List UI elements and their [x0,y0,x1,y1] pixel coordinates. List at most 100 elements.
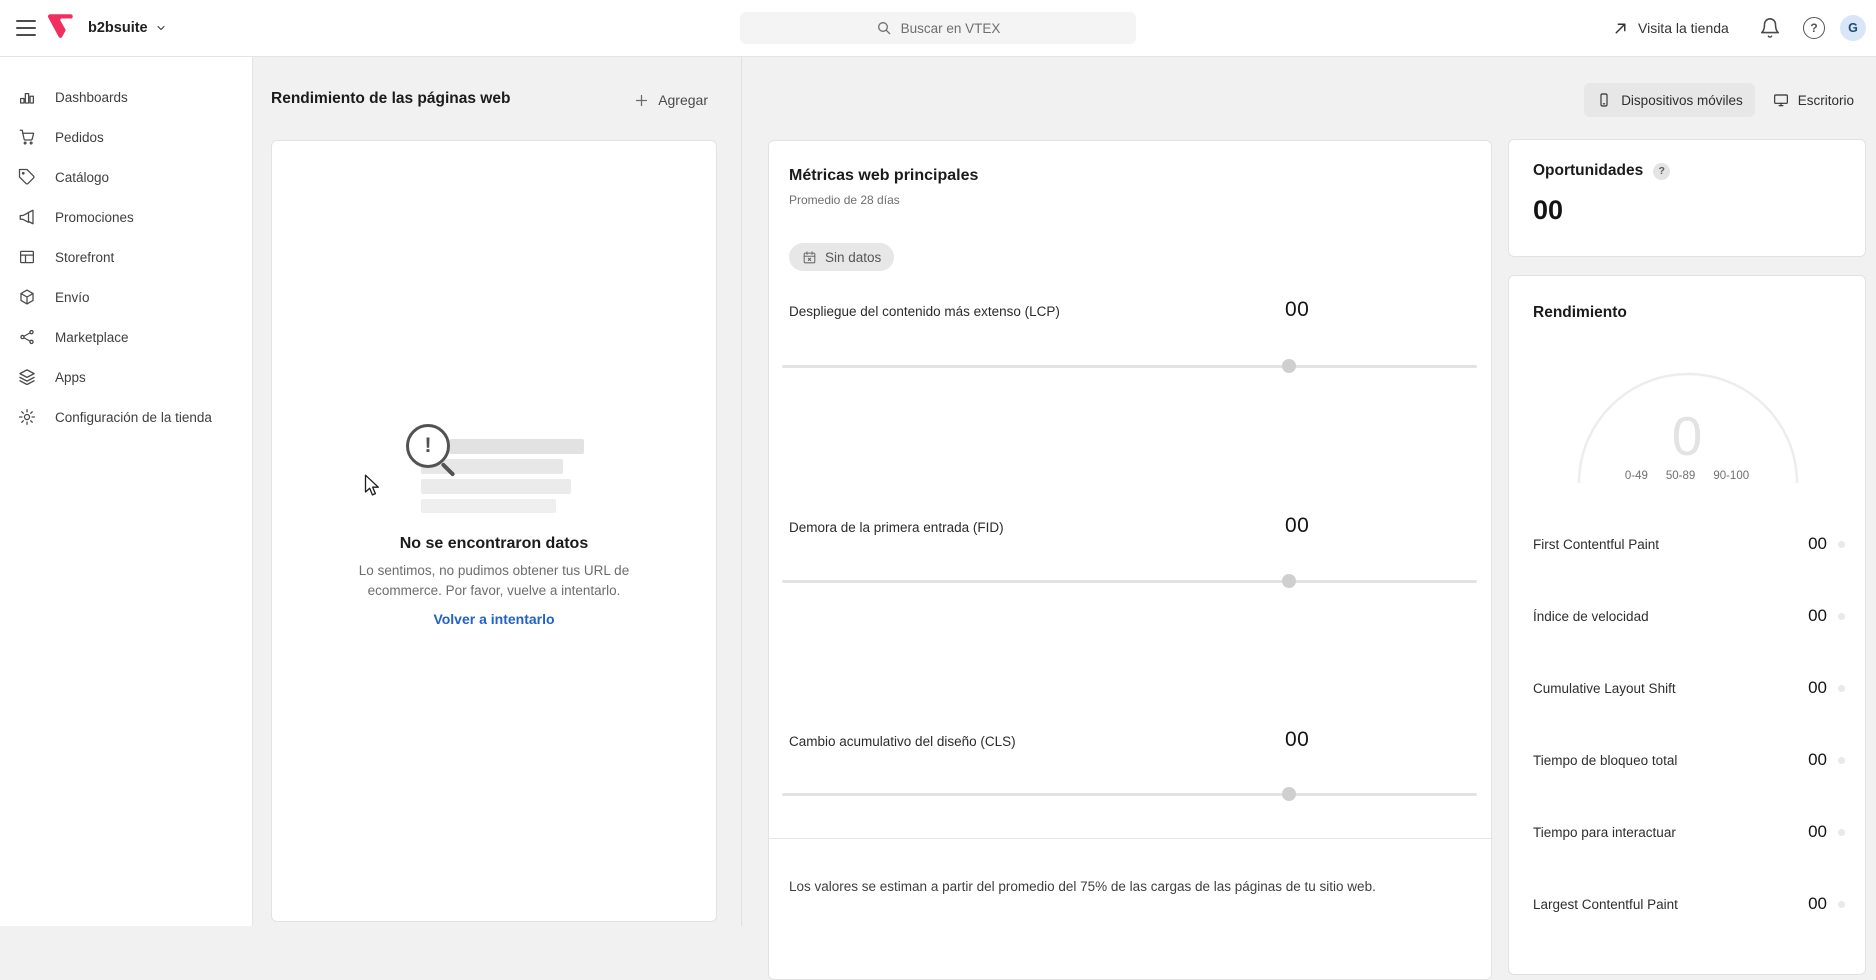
desktop-icon [1773,94,1788,107]
search-placeholder: Buscar en VTEX [900,20,1001,36]
status-dot-icon [1838,900,1845,908]
sidebar-item-promociones[interactable]: Promociones [0,197,252,237]
visit-store-label: Visita la tienda [1638,20,1729,36]
search-input[interactable]: Buscar en VTEX [740,12,1136,44]
alert-glyph: ! [424,434,432,457]
sidebar-item-envio[interactable]: Envío [0,277,252,317]
marketplace-icon [20,329,34,345]
fid-slider [782,574,1477,588]
perf-row-cls: Cumulative Layout Shift 00 [1533,678,1845,698]
skeleton-bar [421,499,556,513]
perf-metric-label: Índice de velocidad [1533,608,1649,624]
sidebar-item-label: Storefront [55,249,115,265]
sidebar-item-dashboards[interactable]: Dashboards [0,77,252,117]
mobile-icon [1600,93,1608,107]
status-dot-icon [1838,756,1845,764]
gauge-value: 0 [1671,405,1703,467]
account-switcher[interactable]: b2bsuite [88,0,167,56]
question-badge-icon[interactable]: ? [1653,162,1671,180]
bell-icon[interactable] [1759,17,1781,39]
empty-state-message: Lo sentimos, no pudimos obtener tus URL … [358,563,630,598]
status-dot-icon [1838,540,1845,548]
perf-row-lcp: Largest Contentful Paint 00 [1533,894,1845,914]
sidebar-item-label: Configuración de la tienda [55,409,212,425]
page-title: Rendimiento de las páginas web [271,90,511,107]
desktop-label: Escritorio [1797,92,1854,108]
perf-metric-value: 00 [1808,606,1827,625]
no-data-badge: Sin datos [789,243,895,271]
slider-thumb[interactable] [1282,574,1297,588]
external-arrow-icon [1615,23,1626,33]
metric-label-lcp: Despliegue del contenido más extenso (LC… [789,304,1060,319]
sidebar-item-configuracion[interactable]: Configuración de la tienda [0,397,252,437]
sidebar-item-apps[interactable]: Apps [0,357,252,397]
slider-track [782,580,1477,583]
pages-performance-panel: Rendimiento de las páginas web Agregar !… [254,57,742,926]
card-footnote: Los valores se estiman a partir del prom… [789,879,1376,894]
bar-chart-icon [19,92,35,104]
vtex-admin-dashboard: b2bsuite Buscar en VTEX Visita la tienda… [0,0,1876,980]
cls-slider [782,787,1477,801]
empty-state-title: No se encontraron datos [399,535,589,552]
metric-value-cls: 00 [1285,728,1310,751]
perf-metric-value: 00 [1808,750,1827,769]
perf-metric-label: Tiempo para interactuar [1533,824,1676,840]
storefront-icon [19,250,35,264]
device-toggle: Dispositivos móviles Escritorio [1508,83,1866,117]
visit-store-link[interactable]: Visita la tienda [1612,0,1729,56]
slider-thumb[interactable] [1282,359,1297,373]
gauge-range-mid: 50-89 [1665,470,1696,482]
card-title: Métricas web principales [789,167,979,184]
slider-track [782,793,1477,796]
metric-label-cls: Cambio acumulativo del diseño (CLS) [789,734,1016,749]
chevron-down-icon [157,25,165,31]
card-divider [769,838,1491,839]
plus-icon [636,94,648,106]
help-glyph: ? [1810,21,1818,35]
gauge-range-low: 0-49 [1624,470,1648,482]
no-data-label: Sin datos [825,249,882,265]
slider-track [782,365,1477,368]
sidebar-item-storefront[interactable]: Storefront [0,237,252,277]
perf-metric-value: 00 [1808,534,1827,553]
sidebar-item-pedidos[interactable]: Pedidos [0,117,252,157]
add-page-button[interactable]: Agregar [633,86,708,114]
menu-icon[interactable] [16,20,36,36]
sidebar-item-marketplace[interactable]: Marketplace [0,317,252,357]
sidebar-item-label: Promociones [55,209,134,225]
performance-title: Rendimiento [1533,304,1627,321]
cart-icon [19,129,35,145]
sidebar-item-label: Pedidos [55,129,104,145]
perf-row-tti: Tiempo para interactuar 00 [1533,822,1845,842]
sidebar-item-label: Envío [55,289,90,305]
avatar[interactable]: G [1840,15,1866,41]
help-icon[interactable]: ? [1803,17,1825,39]
performance-card: Rendimiento 0 0-49 50-89 90-100 First Co… [1508,275,1866,975]
account-name: b2bsuite [88,20,148,36]
slider-thumb[interactable] [1282,787,1297,801]
sidebar: Dashboards Pedidos Catálogo Promociones … [0,57,253,926]
gauge-legend: 0-49 50-89 90-100 [1509,470,1865,482]
retry-link[interactable]: Volver a intentarlo [272,611,716,627]
perf-metric-value: 00 [1808,678,1827,697]
vtex-logo[interactable] [48,14,78,42]
perf-row-speed-index: Índice de velocidad 00 [1533,606,1845,626]
perf-metric-label: Cumulative Layout Shift [1533,680,1676,696]
sidebar-item-catalogo[interactable]: Catálogo [0,157,252,197]
megaphone-icon [19,209,34,225]
mobile-devices-button[interactable]: Dispositivos móviles [1584,83,1755,117]
sidebar-item-label: Marketplace [55,329,129,345]
layers-icon [19,369,35,386]
empty-state-card: ! No se encontraron datos Lo sentimos, n… [271,140,717,922]
sidebar-item-label: Catálogo [55,169,110,185]
avatar-initial: G [1848,21,1858,35]
mobile-devices-label: Dispositivos móviles [1621,92,1743,108]
opportunities-card: Oportunidades ? 00 [1508,139,1866,257]
perf-metric-label: Largest Contentful Paint [1533,896,1678,912]
search-icon [877,22,890,35]
metric-value-fid: 00 [1285,514,1310,537]
desktop-button[interactable]: Escritorio [1761,83,1866,117]
add-page-label: Agregar [658,92,708,108]
skeleton-bar [421,479,571,494]
perf-metric-label: Tiempo de bloqueo total [1533,752,1678,768]
